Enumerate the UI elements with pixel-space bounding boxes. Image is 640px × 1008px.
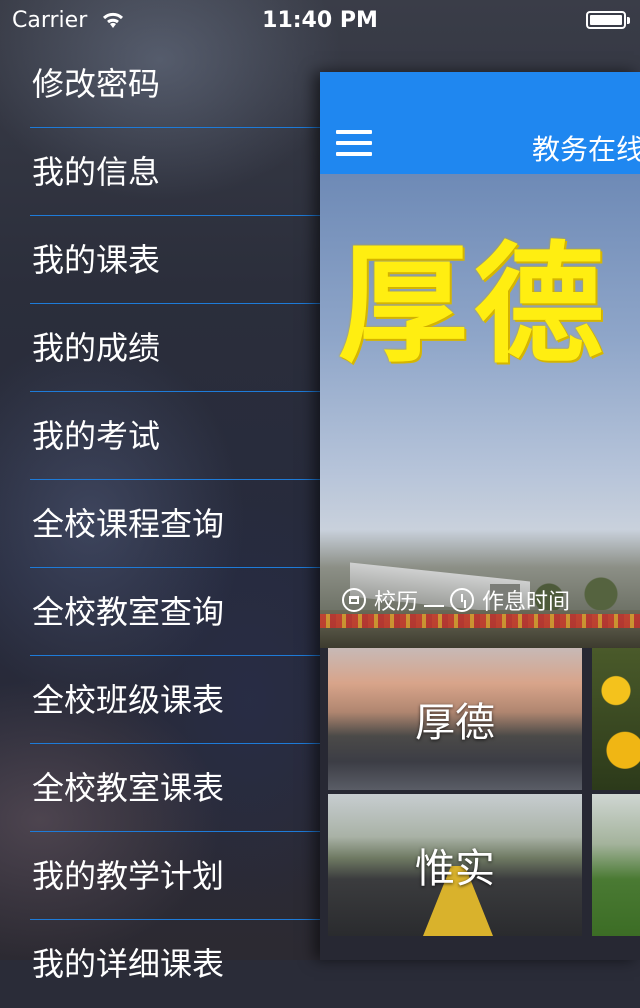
- tile-flowers[interactable]: [592, 648, 640, 790]
- nav-bar: 教务在线: [320, 72, 640, 174]
- clock-icon: [450, 588, 475, 612]
- menu-item-detailed-schedule[interactable]: 我的详细课表: [0, 920, 320, 1008]
- menu-item-label: 全校教室课表: [32, 769, 225, 807]
- menu-item-class-schedules[interactable]: 全校班级课表: [0, 656, 320, 744]
- main-panel[interactable]: 教务在线 厚德 校历 作息时间 厚德 惟实: [320, 72, 640, 960]
- menu-item-change-password[interactable]: 修改密码: [0, 40, 320, 128]
- menu-item-label: 我的成绩: [32, 329, 161, 367]
- battery-icon: [586, 11, 630, 29]
- menu-item-label: 全校班级课表: [32, 681, 225, 719]
- menu-item-my-schedule[interactable]: 我的课表: [0, 216, 320, 304]
- hero-banner: 厚德 校历 作息时间: [320, 174, 640, 648]
- menu-item-my-info[interactable]: 我的信息: [0, 128, 320, 216]
- schedule-time-link[interactable]: 作息时间: [450, 584, 570, 616]
- menu-item-my-grades[interactable]: 我的成绩: [0, 304, 320, 392]
- menu-item-course-search[interactable]: 全校课程查询: [0, 480, 320, 568]
- menu-item-label: 全校课程查询: [32, 505, 225, 543]
- status-bar: Carrier 11:40 PM: [0, 0, 640, 40]
- tile-campus-lawn[interactable]: [592, 794, 640, 936]
- menu-item-classroom-schedules[interactable]: 全校教室课表: [0, 744, 320, 832]
- calendar-link-label: 校历: [374, 590, 419, 615]
- hero-links: 校历 作息时间: [342, 584, 580, 618]
- side-menu: 修改密码 我的信息 我的课表 我的成绩 我的考试 全校课程查询 全校教室查询 全…: [0, 40, 320, 1008]
- link-separator: [424, 605, 445, 607]
- menu-item-label: 我的信息: [32, 153, 161, 191]
- menu-item-label: 我的详细课表: [32, 945, 225, 983]
- calendar-icon: [342, 588, 366, 612]
- menu-item-teaching-plan[interactable]: 我的教学计划: [0, 832, 320, 920]
- hero-motto: 厚德: [338, 229, 611, 381]
- menu-item-my-exams[interactable]: 我的考试: [0, 392, 320, 480]
- menu-item-label: 修改密码: [32, 65, 161, 103]
- menu-item-label: 我的考试: [32, 417, 161, 455]
- schedule-time-label: 作息时间: [482, 590, 571, 615]
- calendar-link[interactable]: 校历: [342, 584, 418, 616]
- menu-item-classroom-search[interactable]: 全校教室查询: [0, 568, 320, 656]
- hamburger-icon[interactable]: [336, 130, 372, 158]
- menu-item-label: 我的课表: [32, 241, 161, 279]
- tile-weishi[interactable]: 惟实: [328, 794, 582, 936]
- tile-grid: 厚德 惟实: [320, 648, 640, 960]
- tile-houde[interactable]: 厚德: [328, 648, 582, 790]
- tile-label: 惟实: [415, 846, 495, 892]
- menu-item-label: 全校教室查询: [32, 593, 225, 631]
- menu-item-label: 我的教学计划: [32, 857, 225, 895]
- nav-title: 教务在线: [532, 133, 640, 166]
- clock-time: 11:40 PM: [262, 8, 378, 33]
- tile-label: 厚德: [415, 700, 495, 746]
